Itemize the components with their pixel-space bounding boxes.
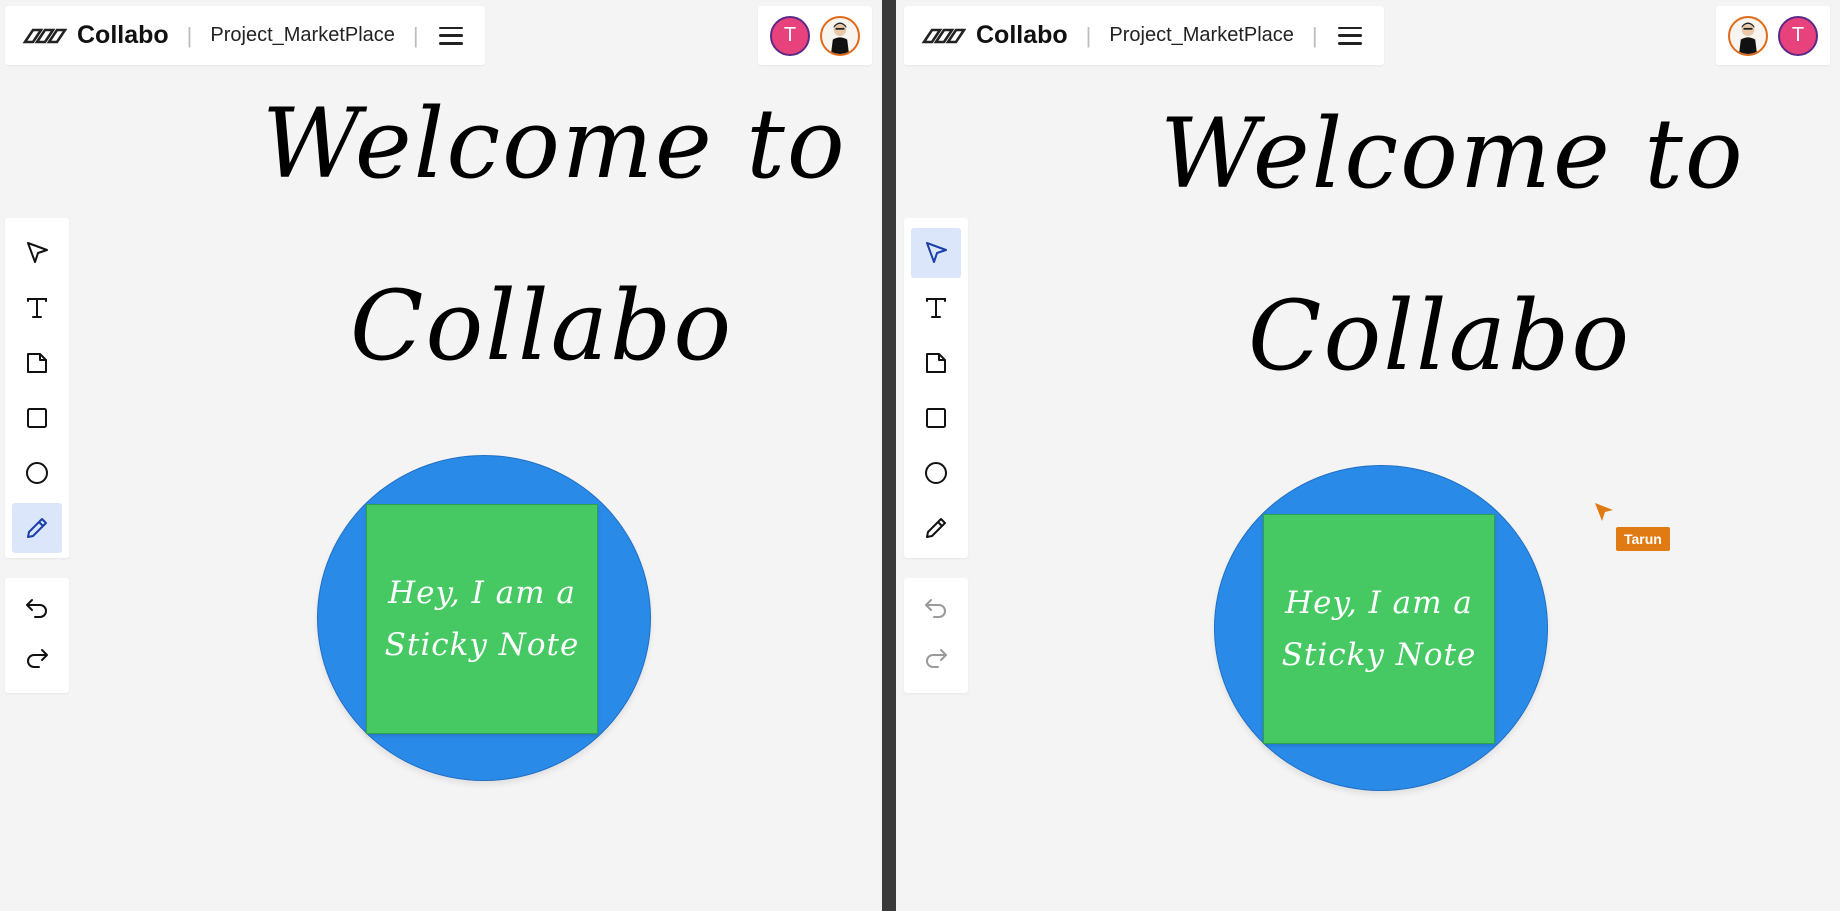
redo-button[interactable]	[17, 642, 57, 674]
sticky-note-text: Hey, I am a Sticky Note	[385, 567, 580, 671]
rectangle-icon	[27, 408, 47, 428]
user-avatar-photo[interactable]	[1728, 15, 1768, 56]
circle-icon	[26, 462, 48, 484]
ellipse-tool[interactable]	[12, 448, 62, 498]
project-name[interactable]: Project_MarketPlace	[210, 24, 395, 47]
ellipse-tool[interactable]	[911, 448, 961, 498]
pencil-tool[interactable]	[911, 503, 961, 553]
menu-button[interactable]	[437, 25, 465, 47]
separator: |	[1311, 22, 1318, 48]
sticky-note-line2: Sticky Note	[384, 627, 580, 663]
app-name: Collabo	[976, 21, 1068, 49]
undo-icon	[925, 599, 946, 618]
sticky-note-icon	[926, 353, 946, 373]
rectangle-tool[interactable]	[12, 393, 62, 443]
separator: |	[186, 22, 193, 48]
remote-cursor-label: Tarun	[1616, 527, 1670, 551]
undo-button[interactable]	[916, 592, 956, 624]
right-board-pane: Collabo | Project_MarketPlace | T Welcom…	[896, 0, 1840, 911]
remote-cursor-icon	[1595, 503, 1613, 521]
welcome-text-line2[interactable]: Collabo	[350, 270, 733, 382]
header-left: Collabo | Project_MarketPlace |	[5, 6, 485, 65]
project-name[interactable]: Project_MarketPlace	[1109, 24, 1294, 47]
pencil-tool[interactable]	[12, 503, 62, 553]
circle-icon	[925, 462, 947, 484]
user-avatar-t[interactable]: T	[1778, 15, 1818, 56]
separator: |	[412, 22, 419, 48]
cursor-arrow-icon	[926, 242, 947, 263]
tool-palette	[904, 218, 968, 558]
rectangle-icon	[926, 408, 946, 428]
person-avatar-icon	[831, 22, 849, 54]
logo: Collabo	[21, 21, 169, 50]
header-right-users: T	[758, 6, 872, 65]
sticky-note-tool[interactable]	[12, 338, 62, 388]
sticky-note-line1: Hey, I am a	[388, 575, 576, 611]
person-avatar-icon	[1739, 22, 1757, 54]
sticky-note-line2: Sticky Note	[1281, 637, 1477, 673]
sticky-note[interactable]: Hey, I am a Sticky Note	[1263, 514, 1495, 744]
left-board-pane: Collabo | Project_MarketPlace | T Welcom…	[0, 0, 882, 911]
text-tool[interactable]	[911, 283, 961, 333]
text-tool[interactable]	[12, 283, 62, 333]
undo-button[interactable]	[17, 592, 57, 624]
sticky-note-text: Hey, I am a Sticky Note	[1282, 577, 1477, 681]
undo-icon	[26, 599, 47, 618]
header-right-users: T	[1716, 6, 1830, 65]
sticky-note[interactable]: Hey, I am a Sticky Note	[366, 504, 598, 734]
redo-icon	[926, 649, 947, 668]
pencil-icon	[926, 518, 946, 538]
select-tool[interactable]	[12, 228, 62, 278]
pane-divider[interactable]	[882, 0, 896, 911]
rectangle-tool[interactable]	[911, 393, 961, 443]
app-name: Collabo	[77, 21, 169, 49]
sticky-note-icon	[27, 353, 47, 373]
redo-button[interactable]	[916, 642, 956, 674]
user-avatar-t[interactable]: T	[770, 15, 810, 56]
welcome-text-line1[interactable]: Welcome to	[262, 88, 847, 200]
menu-button[interactable]	[1336, 25, 1364, 47]
text-icon	[926, 298, 946, 318]
sticky-note-tool[interactable]	[911, 338, 961, 388]
collabo-logo-icon	[22, 28, 67, 43]
welcome-text-line2[interactable]: Collabo	[1248, 280, 1631, 392]
collabo-logo-icon	[921, 28, 966, 43]
select-tool[interactable]	[911, 228, 961, 278]
history-palette	[5, 578, 69, 693]
tool-palette	[5, 218, 69, 558]
text-icon	[27, 298, 47, 318]
pencil-icon	[27, 518, 47, 538]
history-palette	[904, 578, 968, 693]
cursor-arrow-icon	[27, 242, 48, 263]
separator: |	[1085, 22, 1092, 48]
redo-icon	[27, 649, 48, 668]
sticky-note-line1: Hey, I am a	[1285, 585, 1473, 621]
logo: Collabo	[920, 21, 1068, 50]
welcome-text-line1[interactable]: Welcome to	[1160, 98, 1745, 210]
user-avatar-photo[interactable]	[820, 15, 860, 56]
header-left: Collabo | Project_MarketPlace |	[904, 6, 1384, 65]
